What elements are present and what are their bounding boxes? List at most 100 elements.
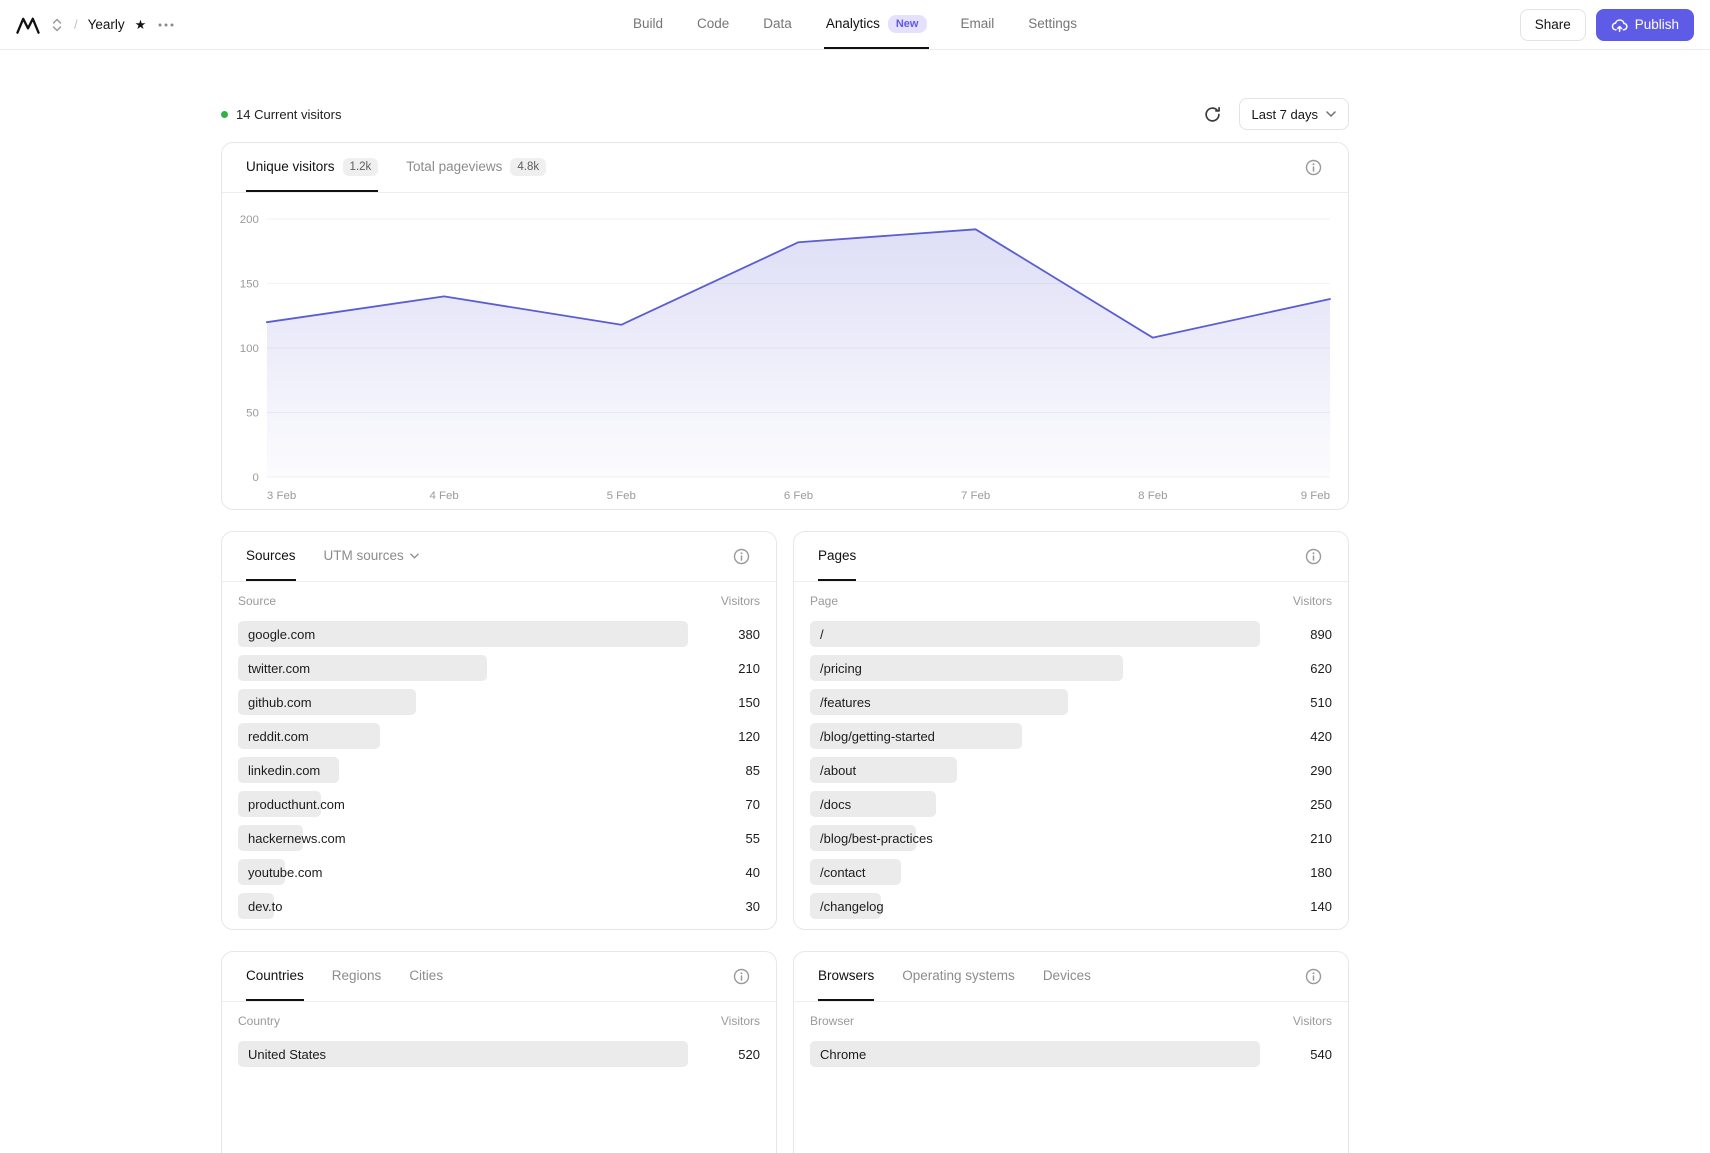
table-columns: Browser Visitors [810, 1008, 1332, 1030]
sources-tab[interactable]: UTM sources [324, 532, 419, 581]
nav-tab[interactable]: Build [631, 0, 665, 49]
table-row[interactable]: /changelog 140 [810, 893, 1332, 919]
svg-text:50: 50 [246, 407, 259, 419]
table-row[interactable]: Chrome 540 [810, 1041, 1332, 1067]
table-row[interactable]: /contact 180 [810, 859, 1332, 885]
row-value: 290 [1310, 763, 1332, 778]
table-row[interactable]: United States 520 [238, 1041, 760, 1067]
nav-tab[interactable]: Code [695, 0, 731, 49]
metric-value-badge: 4.8k [510, 158, 546, 176]
nav-tab[interactable]: Settings [1026, 0, 1079, 49]
row-value: 250 [1310, 797, 1332, 812]
nav-tab-label: Analytics [826, 16, 880, 31]
table-row[interactable]: hackernews.com 55 [238, 825, 760, 851]
row-label: /about [810, 763, 856, 778]
column-visitors: Visitors [1293, 1014, 1332, 1030]
table-columns: Source Visitors [238, 588, 760, 610]
table-row[interactable]: youtube.com 40 [238, 859, 760, 885]
device-tab[interactable]: Operating systems [902, 952, 1015, 1001]
breadcrumb-page-title[interactable]: Yearly [88, 17, 125, 32]
device-tab[interactable]: Devices [1043, 952, 1091, 1001]
table-row[interactable]: twitter.com 210 [238, 655, 760, 681]
nav-tab[interactable]: Analytics New [824, 0, 929, 49]
metric-tab-label: Unique visitors [246, 159, 335, 174]
geo-tab[interactable]: Countries [246, 952, 304, 1001]
pages-table: / 890 /pricing 620 /features [810, 621, 1332, 919]
row-value: 120 [738, 729, 760, 744]
table-row[interactable]: /docs 250 [810, 791, 1332, 817]
table-row[interactable]: linkedin.com 85 [238, 757, 760, 783]
sources-tab[interactable]: Sources [246, 532, 296, 581]
more-menu-icon[interactable] [156, 21, 176, 29]
date-range-label: Last 7 days [1252, 107, 1319, 122]
publish-button[interactable]: Publish [1596, 9, 1694, 41]
info-icon[interactable] [1303, 157, 1324, 178]
row-label: dev.to [238, 899, 282, 914]
row-label: youtube.com [238, 865, 322, 880]
info-icon[interactable] [1303, 966, 1324, 987]
row-label: reddit.com [238, 729, 309, 744]
geo-tab-label: Cities [409, 968, 443, 983]
geo-tab[interactable]: Cities [409, 952, 443, 1001]
table-row[interactable]: /blog/getting-started 420 [810, 723, 1332, 749]
visitors-chart: 0501001502003 Feb4 Feb5 Feb6 Feb7 Feb8 F… [222, 193, 1348, 505]
row-value: 520 [738, 1047, 760, 1062]
row-value: 890 [1310, 627, 1332, 642]
sources-tab-label: UTM sources [324, 548, 404, 563]
row-value: 30 [746, 899, 760, 914]
sources-table: google.com 380 twitter.com 210 github.co [238, 621, 760, 919]
table-row[interactable]: / 890 [810, 621, 1332, 647]
favorite-star-icon[interactable]: ★ [135, 18, 147, 31]
table-row[interactable]: reddit.com 120 [238, 723, 760, 749]
info-icon[interactable] [731, 546, 752, 567]
table-row[interactable]: /features 510 [810, 689, 1332, 715]
row-value: 210 [738, 661, 760, 676]
metric-tab-label: Total pageviews [406, 159, 502, 174]
geo-tab-label: Regions [332, 968, 382, 983]
metric-tab[interactable]: Total pageviews 4.8k [406, 143, 546, 192]
device-tab-label: Operating systems [902, 968, 1015, 983]
svg-text:9 Feb: 9 Feb [1301, 490, 1330, 502]
table-row[interactable]: dev.to 30 [238, 893, 760, 919]
info-icon[interactable] [1303, 546, 1324, 567]
info-icon[interactable] [731, 966, 752, 987]
nav-tab[interactable]: Email [958, 0, 996, 49]
table-row[interactable]: /blog/best-practices 210 [810, 825, 1332, 851]
svg-text:200: 200 [240, 214, 259, 226]
publish-label: Publish [1635, 17, 1679, 32]
row-value: 620 [1310, 661, 1332, 676]
date-range-selector[interactable]: Last 7 days [1239, 98, 1350, 130]
column-visitors: Visitors [721, 594, 760, 610]
new-badge: New [888, 15, 927, 33]
geo-tab-label: Countries [246, 968, 304, 983]
row-value: 140 [1310, 899, 1332, 914]
column-visitors: Visitors [1293, 594, 1332, 610]
table-row[interactable]: /about 290 [810, 757, 1332, 783]
device-tab-label: Devices [1043, 968, 1091, 983]
countries-tabs: Countries Regions Cities [246, 952, 443, 1001]
app-logo[interactable] [16, 14, 40, 36]
device-tab[interactable]: Browsers [818, 952, 874, 1001]
row-label: /docs [810, 797, 851, 812]
page-switcher-icon[interactable] [50, 15, 64, 35]
refresh-button[interactable] [1200, 102, 1225, 127]
table-row[interactable]: producthunt.com 70 [238, 791, 760, 817]
row-value: 70 [746, 797, 760, 812]
row-label: linkedin.com [238, 763, 320, 778]
svg-text:3 Feb: 3 Feb [267, 490, 296, 502]
row-label: /blog/best-practices [810, 831, 933, 846]
pages-tab[interactable]: Pages [818, 532, 856, 581]
svg-text:8 Feb: 8 Feb [1138, 490, 1167, 502]
nav-tab[interactable]: Data [761, 0, 794, 49]
browsers-card: Browsers Operating systems Devices [793, 951, 1349, 1153]
row-label: /contact [810, 865, 866, 880]
table-row[interactable]: github.com 150 [238, 689, 760, 715]
metric-tab[interactable]: Unique visitors 1.2k [246, 143, 378, 192]
row-label: /changelog [810, 899, 884, 914]
share-button[interactable]: Share [1520, 9, 1586, 41]
geo-tab[interactable]: Regions [332, 952, 382, 1001]
table-row[interactable]: /pricing 620 [810, 655, 1332, 681]
column-page: Page [810, 594, 838, 610]
sources-tabs: Sources UTM sources [246, 532, 419, 581]
table-row[interactable]: google.com 380 [238, 621, 760, 647]
